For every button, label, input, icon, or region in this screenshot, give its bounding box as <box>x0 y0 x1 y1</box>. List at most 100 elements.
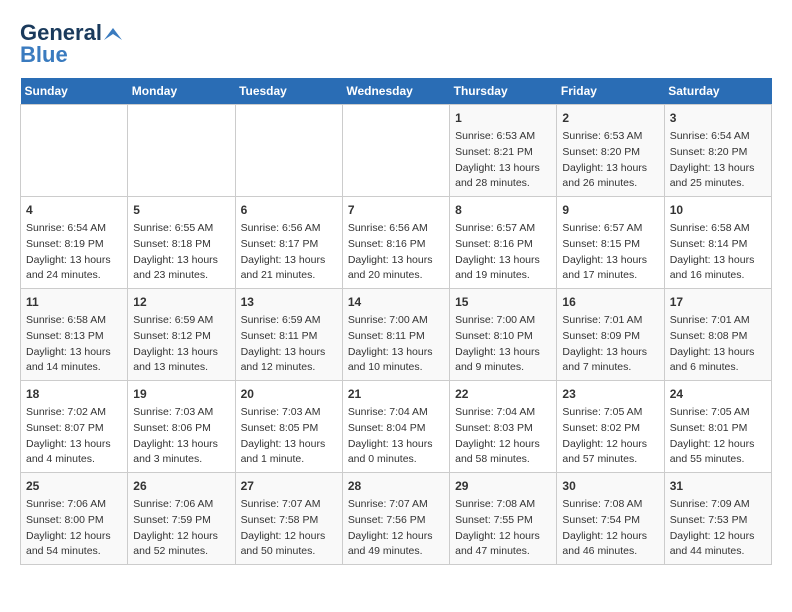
calendar-cell: 25Sunrise: 7:06 AMSunset: 8:00 PMDayligh… <box>21 473 128 565</box>
cell-content: Daylight: 13 hours and 3 minutes. <box>133 437 229 469</box>
calendar-cell: 7Sunrise: 6:56 AMSunset: 8:16 PMDaylight… <box>342 197 449 289</box>
day-number: 19 <box>133 385 229 403</box>
header-cell-tuesday: Tuesday <box>235 78 342 105</box>
cell-content: Daylight: 13 hours and 12 minutes. <box>241 345 337 377</box>
day-number: 9 <box>562 201 658 219</box>
cell-content: Sunrise: 6:58 AM <box>670 221 766 237</box>
day-number: 1 <box>455 109 551 127</box>
day-number: 26 <box>133 477 229 495</box>
day-number: 3 <box>670 109 766 127</box>
cell-content: Daylight: 13 hours and 23 minutes. <box>133 253 229 285</box>
cell-content: Daylight: 13 hours and 6 minutes. <box>670 345 766 377</box>
cell-content: Daylight: 13 hours and 14 minutes. <box>26 345 122 377</box>
day-number: 22 <box>455 385 551 403</box>
cell-content: Daylight: 12 hours and 47 minutes. <box>455 529 551 561</box>
calendar-cell: 31Sunrise: 7:09 AMSunset: 7:53 PMDayligh… <box>664 473 771 565</box>
cell-content: Sunset: 8:15 PM <box>562 237 658 253</box>
calendar-cell: 22Sunrise: 7:04 AMSunset: 8:03 PMDayligh… <box>450 381 557 473</box>
cell-content: Sunset: 8:06 PM <box>133 421 229 437</box>
cell-content: Sunset: 7:58 PM <box>241 513 337 529</box>
week-row-4: 18Sunrise: 7:02 AMSunset: 8:07 PMDayligh… <box>21 381 772 473</box>
cell-content: Sunrise: 7:05 AM <box>562 405 658 421</box>
day-number: 6 <box>241 201 337 219</box>
cell-content: Sunrise: 7:07 AM <box>241 497 337 513</box>
day-number: 27 <box>241 477 337 495</box>
cell-content: Daylight: 12 hours and 57 minutes. <box>562 437 658 469</box>
cell-content: Sunset: 8:12 PM <box>133 329 229 345</box>
cell-content: Sunset: 8:21 PM <box>455 145 551 161</box>
cell-content: Daylight: 13 hours and 28 minutes. <box>455 161 551 193</box>
calendar-cell: 1 Sunrise: 6:53 AMSunset: 8:21 PMDaylight… <box>450 105 557 197</box>
cell-content: Sunset: 8:03 PM <box>455 421 551 437</box>
header-row: SundayMondayTuesdayWednesdayThursdayFrid… <box>21 78 772 105</box>
cell-content: Daylight: 12 hours and 54 minutes. <box>26 529 122 561</box>
cell-content: Sunrise: 7:03 AM <box>241 405 337 421</box>
cell-content: Sunset: 8:04 PM <box>348 421 444 437</box>
day-number: 13 <box>241 293 337 311</box>
header-cell-thursday: Thursday <box>450 78 557 105</box>
cell-content: Daylight: 13 hours and 1 minute. <box>241 437 337 469</box>
cell-content: Sunrise: 7:01 AM <box>562 313 658 329</box>
calendar-cell <box>342 105 449 197</box>
calendar-cell: 13Sunrise: 6:59 AMSunset: 8:11 PMDayligh… <box>235 289 342 381</box>
calendar-cell: 12Sunrise: 6:59 AMSunset: 8:12 PMDayligh… <box>128 289 235 381</box>
day-number: 12 <box>133 293 229 311</box>
cell-content: Sunset: 7:53 PM <box>670 513 766 529</box>
day-number: 14 <box>348 293 444 311</box>
calendar-cell: 6Sunrise: 6:56 AMSunset: 8:17 PMDaylight… <box>235 197 342 289</box>
cell-content: Daylight: 13 hours and 16 minutes. <box>670 253 766 285</box>
calendar-cell: 29Sunrise: 7:08 AMSunset: 7:55 PMDayligh… <box>450 473 557 565</box>
cell-content: Sunrise: 7:06 AM <box>133 497 229 513</box>
cell-content: Sunrise: 6:56 AM <box>348 221 444 237</box>
cell-content: Sunrise: 7:04 AM <box>348 405 444 421</box>
calendar-cell: 2Sunrise: 6:53 AMSunset: 8:20 PMDaylight… <box>557 105 664 197</box>
cell-content: Daylight: 12 hours and 58 minutes. <box>455 437 551 469</box>
cell-content: Daylight: 12 hours and 44 minutes. <box>670 529 766 561</box>
cell-content: Sunset: 7:55 PM <box>455 513 551 529</box>
cell-content: Sunset: 8:11 PM <box>348 329 444 345</box>
cell-content: Sunrise: 6:58 AM <box>26 313 122 329</box>
calendar-cell <box>235 105 342 197</box>
cell-content: Sunrise: 6:54 AM <box>26 221 122 237</box>
cell-content: Sunrise: 7:05 AM <box>670 405 766 421</box>
day-number: 20 <box>241 385 337 403</box>
logo-blue: Blue <box>20 42 68 68</box>
cell-content: Sunset: 8:19 PM <box>26 237 122 253</box>
cell-content: Sunrise: 6:57 AM <box>455 221 551 237</box>
calendar-cell: 4Sunrise: 6:54 AMSunset: 8:19 PMDaylight… <box>21 197 128 289</box>
cell-content: Sunset: 8:14 PM <box>670 237 766 253</box>
day-number: 31 <box>670 477 766 495</box>
day-number: 24 <box>670 385 766 403</box>
day-number: 2 <box>562 109 658 127</box>
day-number: 15 <box>455 293 551 311</box>
cell-content: Sunrise: 7:00 AM <box>455 313 551 329</box>
cell-content: Sunrise: 6:59 AM <box>133 313 229 329</box>
cell-content: Daylight: 13 hours and 20 minutes. <box>348 253 444 285</box>
day-number: 5 <box>133 201 229 219</box>
cell-content: Sunset: 8:18 PM <box>133 237 229 253</box>
day-number: 8 <box>455 201 551 219</box>
cell-content: Sunrise: 6:57 AM <box>562 221 658 237</box>
header-cell-sunday: Sunday <box>21 78 128 105</box>
calendar-cell <box>21 105 128 197</box>
cell-content: Daylight: 13 hours and 26 minutes. <box>562 161 658 193</box>
week-row-3: 11Sunrise: 6:58 AMSunset: 8:13 PMDayligh… <box>21 289 772 381</box>
cell-content: Daylight: 13 hours and 4 minutes. <box>26 437 122 469</box>
header-cell-saturday: Saturday <box>664 78 771 105</box>
cell-content: Sunrise: 6:54 AM <box>670 129 766 145</box>
calendar-cell: 11Sunrise: 6:58 AMSunset: 8:13 PMDayligh… <box>21 289 128 381</box>
day-number: 4 <box>26 201 122 219</box>
calendar-cell: 20Sunrise: 7:03 AMSunset: 8:05 PMDayligh… <box>235 381 342 473</box>
cell-content: Sunrise: 6:59 AM <box>241 313 337 329</box>
cell-content: Daylight: 13 hours and 25 minutes. <box>670 161 766 193</box>
cell-content: Daylight: 12 hours and 46 minutes. <box>562 529 658 561</box>
cell-content: Sunset: 8:16 PM <box>455 237 551 253</box>
week-row-2: 4 Sunrise: 6:54 AMSunset: 8:19 PM Daylight… <box>21 197 772 289</box>
day-number: 16 <box>562 293 658 311</box>
calendar-cell: 16Sunrise: 7:01 AMSunset: 8:09 PMDayligh… <box>557 289 664 381</box>
cell-content: Sunset: 8:02 PM <box>562 421 658 437</box>
cell-content: Daylight: 13 hours and 17 minutes. <box>562 253 658 285</box>
header-cell-friday: Friday <box>557 78 664 105</box>
cell-content: Sunrise: 6:53 AM <box>455 129 551 145</box>
header-cell-wednesday: Wednesday <box>342 78 449 105</box>
